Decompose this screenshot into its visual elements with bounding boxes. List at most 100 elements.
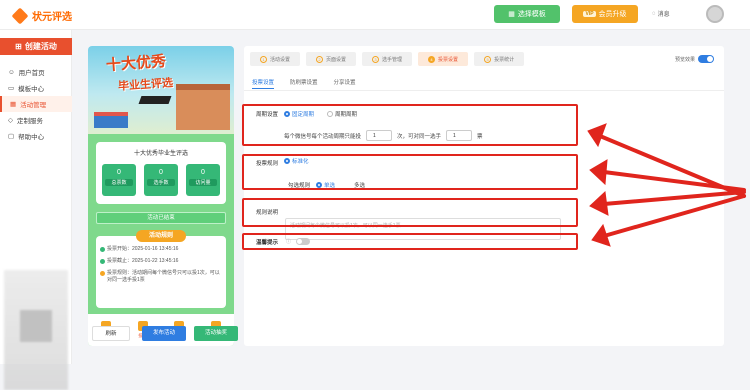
period-text: 次，可对同一选手 — [397, 133, 442, 140]
messages-button[interactable]: ◌ 消息 — [652, 9, 670, 19]
step-label: 投票统计 — [494, 56, 515, 63]
publish-button[interactable]: 发布活动 — [142, 326, 186, 341]
rules-card: 活动规则 投票开始：2025-01-16 13:45:16 投票截止：2025-… — [96, 230, 226, 308]
step-vote-settings[interactable]: 4 投票设置 — [418, 52, 469, 66]
step-icon: 1 — [260, 55, 267, 63]
settings-panel: 1 活动设置 2 页面设置 3 选手管理 4 投票设置 5 投票统计 预览效果 投票设置 … — [244, 46, 724, 346]
preview-toggle-group: 预览效果 — [675, 55, 714, 63]
rule-text: 投票开始：2025-01-16 13:45:16 — [107, 246, 179, 252]
refresh-button[interactable]: 刷新 — [92, 326, 130, 341]
step-vote-stats[interactable]: 5 投票统计 — [474, 52, 525, 66]
single-select-radio[interactable]: 单选 — [316, 181, 335, 189]
votes-per-period-input[interactable]: 1 — [366, 130, 393, 141]
user-avatar[interactable] — [706, 5, 724, 23]
step-label: 选手管理 — [382, 56, 403, 63]
vote-rule-label: 投票规则 — [256, 161, 279, 167]
calendar-icon: ▦ — [10, 101, 17, 108]
preview-toggle[interactable] — [698, 55, 714, 63]
rule-start: 投票开始：2025-01-16 13:45:16 — [100, 246, 222, 253]
radio-label: 多选 — [354, 183, 366, 189]
step-label: 活动设置 — [270, 56, 291, 63]
sidebar: ⊞ 创建活动 ☺ 用户首页 ▭ 模板中心 ▦ 活动管理 ◇ 定制服务 ▢ 帮助中心 — [0, 30, 72, 390]
subtab-vote-settings[interactable]: 投票设置 — [252, 78, 275, 89]
school-building-image — [176, 84, 230, 130]
rule-vote: 投票规则：活动期间每个微信号只可以投1次，可以对同一选手投1票 — [100, 270, 222, 284]
radio-label: 标准化 — [292, 159, 309, 165]
step-activity-settings[interactable]: 1 活动设置 — [250, 52, 301, 66]
choose-template-button[interactable]: ▦ 选择模板 — [494, 5, 560, 23]
period-cycle-radio[interactable]: 周期周期 — [327, 110, 357, 118]
sidebar-nav: ☺ 用户首页 ▭ 模板中心 ▦ 活动管理 ◇ 定制服务 ▢ 帮助中心 — [0, 64, 72, 144]
lottery-button[interactable]: 活动抽奖 — [194, 326, 238, 341]
subtab-anti-fraud[interactable]: 防刷票设置 — [290, 78, 318, 89]
step-icon: 2 — [316, 55, 324, 63]
step-icon: 4 — [428, 55, 436, 63]
stat-value: 0 — [159, 169, 163, 176]
rules-title: 活动规则 — [136, 230, 186, 242]
multi-select-radio[interactable]: 多选 — [354, 181, 365, 189]
member-upgrade-button[interactable]: VIP 会员升级 — [572, 5, 638, 23]
top-bar: 状元评选 ▦ 选择模板 VIP 会员升级 ◌ 消息 — [0, 0, 750, 30]
logo-icon — [11, 7, 29, 24]
folder-icon: ▭ — [8, 85, 15, 92]
preview-label: 预览效果 — [674, 56, 695, 63]
radio-label: 单选 — [324, 183, 336, 189]
stat-label: 选手数 — [147, 179, 175, 186]
sidebar-item-help[interactable]: ▢ 帮助中心 — [0, 128, 72, 144]
sidebar-item-activities[interactable]: ▦ 活动管理 — [0, 96, 72, 112]
stat-contestants: 0 选手数 — [144, 164, 178, 196]
stat-value: 0 — [117, 169, 121, 176]
period-text: 每个微信号每个活动周期只能投 — [284, 133, 362, 140]
rule-desc-label: 规则说明 — [256, 210, 279, 216]
radio-label: 固定周期 — [292, 112, 315, 118]
stat-label: 访问量 — [189, 179, 217, 186]
select-rule-label: 勾选规则 — [288, 183, 311, 189]
step-contestants[interactable]: 3 选手管理 — [362, 52, 413, 66]
sidebar-item-custom[interactable]: ◇ 定制服务 — [0, 112, 72, 128]
info-icon: ⓘ — [286, 239, 292, 245]
step-label: 投票设置 — [438, 56, 459, 63]
phone-preview: 十大优秀 毕业生评选 十大优秀毕业生评选 0 总票数 0 选手数 0 访问量 活动已结… — [88, 46, 234, 346]
step-page-settings[interactable]: 2 页面设置 — [306, 52, 357, 66]
period-fixed-radio[interactable]: 固定周期 — [284, 110, 314, 118]
sidebar-item-label: 模板中心 — [18, 86, 45, 93]
activity-title: 十大优秀毕业生评选 — [133, 151, 188, 157]
dot-icon — [100, 271, 105, 276]
sidebar-item-label: 活动管理 — [20, 102, 47, 109]
help-icon: ▢ — [8, 133, 15, 140]
books-image — [94, 112, 128, 128]
stat-label: 总票数 — [105, 179, 133, 186]
banner-subtitle: 毕业生评选 — [117, 76, 174, 93]
stat-total-votes: 0 总票数 — [102, 164, 136, 196]
radio-icon — [284, 111, 290, 117]
rule-desc-textarea[interactable]: 活动期间每个微信号可以投1次，可以同一选手1票 — [285, 218, 561, 240]
messages-label: 消息 — [657, 12, 670, 18]
radio-icon — [327, 111, 333, 117]
period-label: 周期设置 — [256, 112, 279, 118]
stat-visits: 0 访问量 — [186, 164, 220, 196]
reminder-toggle[interactable] — [296, 238, 310, 245]
create-activity-button[interactable]: ⊞ 创建活动 — [0, 38, 72, 55]
step-icon: 5 — [484, 55, 492, 63]
plus-icon: ⊞ — [15, 42, 22, 51]
vote-rule-standard-radio[interactable]: 标准化 — [284, 157, 309, 165]
sidebar-item-home[interactable]: ☺ 用户首页 — [0, 64, 72, 80]
radio-label: 周期周期 — [335, 112, 358, 118]
dot-icon — [100, 259, 105, 264]
sidebar-item-label: 用户首页 — [18, 70, 45, 77]
votes-per-contestant-input[interactable]: 1 — [446, 130, 473, 141]
stat-value: 0 — [201, 169, 205, 176]
app-logo[interactable]: 状元评选 — [11, 7, 72, 24]
reminder-label: 温馨提示 — [256, 240, 279, 246]
activity-card: 十大优秀毕业生评选 0 总票数 0 选手数 0 访问量 — [96, 142, 226, 204]
template-button-label: 选择模板 — [517, 11, 546, 18]
user-icon: ☺ — [8, 68, 15, 76]
sidebar-item-templates[interactable]: ▭ 模板中心 — [0, 80, 72, 96]
radio-icon — [316, 182, 322, 188]
radio-icon — [284, 158, 290, 164]
rule-text: 投票截止：2025-01-22 13:45:16 — [107, 258, 179, 264]
step-icon: 3 — [372, 55, 380, 63]
main-area: 十大优秀 毕业生评选 十大优秀毕业生评选 0 总票数 0 选手数 0 访问量 活动已结… — [72, 30, 750, 364]
activity-ended-banner: 活动已结束 — [96, 212, 226, 224]
subtab-share[interactable]: 分享设置 — [334, 78, 356, 89]
